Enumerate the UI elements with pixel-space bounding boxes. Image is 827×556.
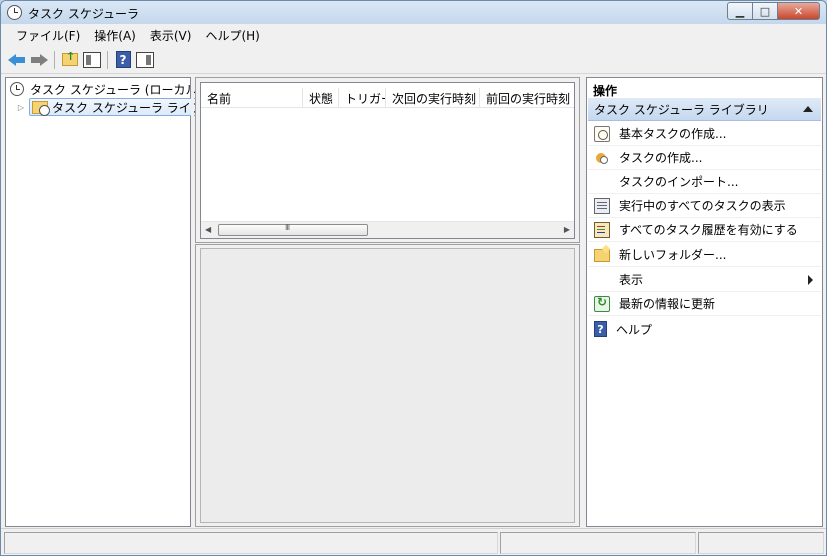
column-header-status[interactable]: 状態 bbox=[303, 88, 339, 108]
task-list[interactable]: 名前 状態 トリガー 次回の実行時刻 前回の実行時刻 ◀ ▶ bbox=[200, 82, 575, 239]
action-help[interactable]: ? ヘルプ bbox=[588, 317, 821, 341]
scroll-left-icon[interactable]: ◀ bbox=[205, 225, 211, 234]
show-hide-console-tree-button[interactable] bbox=[83, 51, 101, 69]
minimize-button[interactable]: ▁ bbox=[727, 2, 753, 20]
menu-help[interactable]: ヘルプ(H) bbox=[198, 27, 266, 44]
action-label: 基本タスクの作成... bbox=[619, 127, 727, 141]
folder-up-icon bbox=[62, 50, 78, 66]
window-controls: ▁ □ ✕ bbox=[727, 2, 820, 20]
help-toolbar-button[interactable]: ? bbox=[114, 51, 132, 69]
status-bar bbox=[1, 528, 826, 555]
task-detail-area bbox=[200, 248, 575, 523]
actions-section-label: タスク スケジューラ ライブラリ bbox=[594, 102, 769, 117]
help-icon: ? bbox=[594, 321, 607, 337]
menu-bar: ファイル(F) 操作(A) 表示(V) ヘルプ(H) bbox=[1, 24, 826, 46]
column-header-last-run[interactable]: 前回の実行時刻 bbox=[480, 88, 574, 108]
console-tree-icon bbox=[83, 51, 101, 68]
actions-pane: 操作 タスク スケジューラ ライブラリ 基本タスクの作成... タスクの作成..… bbox=[586, 77, 823, 527]
action-label: タスクの作成... bbox=[619, 151, 703, 165]
library-folder-icon bbox=[32, 100, 50, 116]
action-display-running-tasks[interactable]: 実行中のすべてのタスクの表示 bbox=[588, 194, 821, 218]
task-scheduler-window: タスク スケジューラ ▁ □ ✕ ファイル(F) 操作(A) 表示(V) ヘルプ… bbox=[0, 0, 827, 556]
action-label: 新しいフォルダー... bbox=[619, 248, 727, 262]
console-tree[interactable]: タスク スケジューラ (ローカル) ▷ タスク スケジューラ ライブラリ bbox=[5, 77, 231, 527]
scroll-thumb[interactable] bbox=[218, 223, 368, 236]
menu-view[interactable]: 表示(V) bbox=[143, 27, 199, 44]
column-header-next-run[interactable]: 次回の実行時刻 bbox=[386, 88, 480, 108]
tree-item-root[interactable]: タスク スケジューラ (ローカル) bbox=[10, 80, 202, 98]
menu-file[interactable]: ファイル(F) bbox=[9, 27, 87, 44]
tree-root-label: タスク スケジューラ (ローカル) bbox=[30, 82, 203, 97]
status-cell bbox=[500, 532, 696, 554]
maximize-button[interactable]: □ bbox=[752, 2, 778, 20]
history-icon bbox=[594, 221, 610, 238]
task-detail-panel bbox=[195, 244, 580, 527]
expand-arrow-icon[interactable]: ▷ bbox=[16, 103, 26, 112]
back-arrow-icon bbox=[8, 53, 26, 67]
action-label: 表示 bbox=[619, 273, 644, 287]
title-bar[interactable]: タスク スケジューラ ▁ □ ✕ bbox=[1, 1, 826, 24]
folder-icon bbox=[594, 249, 610, 262]
column-header-trigger[interactable]: トリガー bbox=[339, 88, 386, 108]
column-header-name[interactable]: 名前 bbox=[201, 88, 303, 108]
help-icon: ? bbox=[115, 51, 131, 68]
action-label: 最新の情報に更新 bbox=[619, 297, 716, 311]
horizontal-scrollbar[interactable]: ◀ ▶ bbox=[201, 221, 574, 238]
actions-section-header[interactable]: タスク スケジューラ ライブラリ bbox=[588, 98, 821, 121]
action-refresh[interactable]: 最新の情報に更新 bbox=[588, 292, 821, 316]
action-label: 実行中のすべてのタスクの表示 bbox=[619, 199, 786, 213]
toolbar-separator bbox=[54, 50, 55, 69]
scroll-right-icon[interactable]: ▶ bbox=[564, 225, 570, 234]
refresh-icon bbox=[594, 295, 610, 312]
up-level-button[interactable] bbox=[61, 50, 79, 69]
clock-app-icon[interactable] bbox=[7, 5, 22, 20]
wizard-icon bbox=[594, 125, 610, 142]
action-label: ヘルプ bbox=[616, 322, 653, 337]
action-label: すべてのタスク履歴を有効にする bbox=[619, 223, 798, 237]
action-pane-icon bbox=[136, 51, 154, 68]
action-new-folder[interactable]: 新しいフォルダー... bbox=[588, 243, 821, 267]
status-cell bbox=[4, 532, 498, 554]
menu-action[interactable]: 操作(A) bbox=[87, 27, 143, 44]
close-button[interactable]: ✕ bbox=[777, 2, 820, 20]
status-cell bbox=[698, 532, 824, 554]
left-splitter[interactable] bbox=[191, 77, 194, 527]
forward-button[interactable] bbox=[30, 51, 48, 69]
show-hide-action-pane-button[interactable] bbox=[136, 51, 154, 69]
back-button[interactable] bbox=[8, 51, 26, 69]
collapse-icon[interactable] bbox=[803, 106, 813, 112]
forward-arrow-icon bbox=[30, 53, 48, 67]
action-enable-task-history[interactable]: すべてのタスク履歴を有効にする bbox=[588, 218, 821, 242]
action-create-task[interactable]: タスクの作成... bbox=[588, 146, 821, 170]
clock-icon bbox=[10, 82, 24, 96]
toolbar-separator bbox=[107, 50, 108, 69]
action-label: タスクのインポート... bbox=[619, 175, 739, 189]
running-tasks-icon bbox=[594, 197, 610, 214]
submenu-arrow-icon bbox=[808, 275, 813, 285]
task-icon bbox=[594, 150, 610, 166]
action-create-basic-task[interactable]: 基本タスクの作成... bbox=[588, 122, 821, 146]
actions-title: 操作 bbox=[593, 84, 618, 98]
task-list-panel: 名前 状態 トリガー 次回の実行時刻 前回の実行時刻 ◀ ▶ bbox=[195, 77, 580, 243]
window-title: タスク スケジューラ bbox=[28, 7, 139, 21]
toolbar: ? bbox=[1, 46, 826, 74]
action-import-task[interactable]: タスクのインポート... bbox=[588, 170, 821, 194]
action-view[interactable]: 表示 bbox=[588, 268, 821, 292]
list-header: 名前 状態 トリガー 次回の実行時刻 前回の実行時刻 bbox=[201, 88, 574, 108]
